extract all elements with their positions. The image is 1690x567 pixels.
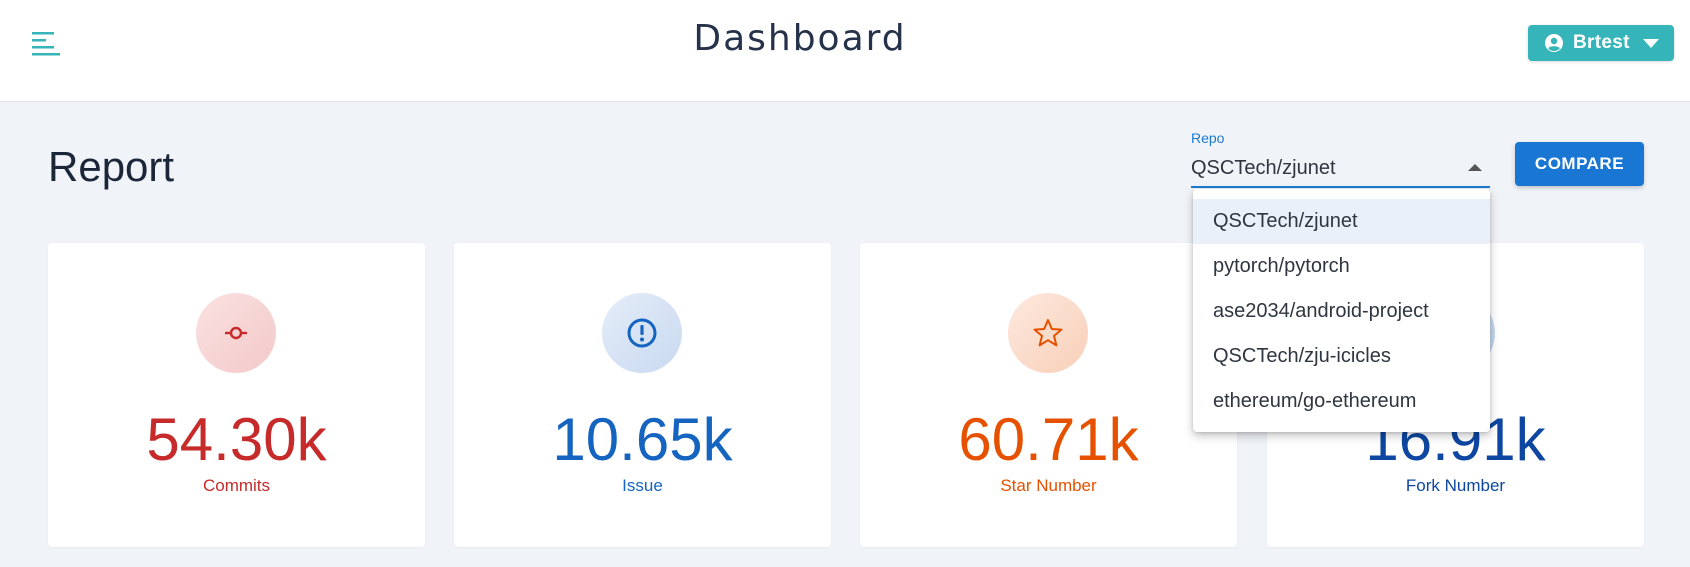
stat-card-star: 60.71k Star Number [860,243,1237,547]
fork-label: Fork Number [1405,476,1506,495]
commits-value: 54.30k [146,406,327,473]
issue-value: 10.65k [552,406,733,473]
commit-icon [196,293,276,373]
repo-dropdown-menu: QSCTech/zjunet pytorch/pytorch ase2034/a… [1193,189,1490,432]
repo-select-label: Repo [1191,130,1225,146]
star-icon [1008,293,1088,373]
user-name: Brtest [1573,32,1630,53]
top-app-bar: Dashboard Brtest [0,0,1690,102]
repo-select-underline [1191,186,1490,188]
chevron-down-icon [1642,38,1659,48]
page-header-title: Dashboard [693,18,907,59]
stat-card-commits: 54.30k Commits [48,243,425,547]
repo-option[interactable]: pytorch/pytorch [1193,244,1490,289]
repo-select[interactable]: Repo QSCTech/zjunet [1191,128,1490,188]
report-title: Report [48,143,175,190]
account-circle-icon [1545,34,1563,52]
arrow-up-icon [1468,164,1482,171]
user-menu-button[interactable]: Brtest [1528,25,1674,61]
commits-label: Commits [202,476,271,495]
issue-label: Issue [622,476,663,495]
star-value: 60.71k [958,406,1139,473]
repo-option-selected[interactable]: QSCTech/zjunet [1193,199,1490,244]
repo-option[interactable]: QSCTech/zju-icicles [1193,334,1490,379]
repo-option[interactable]: ethereum/go-ethereum [1193,379,1490,424]
compare-button[interactable]: COMPARE [1515,142,1644,186]
repo-option[interactable]: ase2034/android-project [1193,289,1490,334]
star-label: Star Number [1000,476,1097,495]
stat-card-issue: 10.65k Issue [454,243,831,547]
repo-select-value: QSCTech/zjunet [1191,157,1336,179]
issue-icon [602,293,682,373]
